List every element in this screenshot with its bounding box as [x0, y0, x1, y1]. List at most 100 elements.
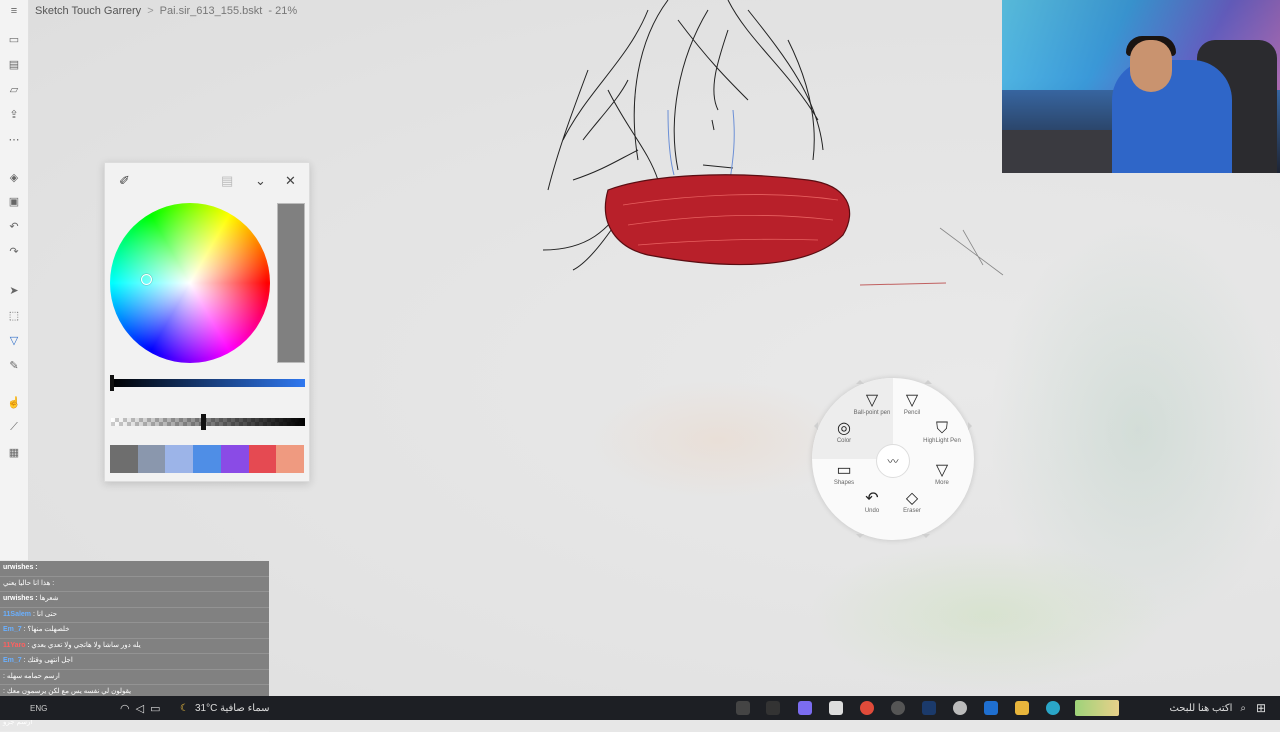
- chat-message: 11Yaro : يله دور ساشا ولا هاتجي ولا تعدي…: [0, 639, 269, 654]
- highlight-pen-icon: ⛉: [935, 420, 948, 437]
- stroke-preview-icon: 〰: [887, 456, 899, 468]
- palette-swatch[interactable]: [137, 445, 166, 473]
- taskbar-app-edge[interactable]: [1046, 699, 1060, 717]
- highlight-pen-label: HighLight Pen: [923, 438, 961, 444]
- chat-text: ارسم جرو: [3, 719, 33, 726]
- taskbar-app-obs[interactable]: [891, 699, 905, 717]
- radial-center-button[interactable]: 〰: [876, 444, 910, 478]
- color-label: Color: [836, 438, 852, 444]
- eyedropper-icon[interactable]: ✐: [119, 173, 130, 189]
- brightness-slider-thumb[interactable]: [110, 375, 114, 391]
- drag-handle-icon[interactable]: ▤: [221, 173, 233, 189]
- taskbar-app-store[interactable]: [829, 699, 843, 717]
- opacity-slider-thumb[interactable]: [201, 414, 206, 430]
- shapes-button[interactable]: ▭ Shapes: [814, 462, 874, 486]
- left-toolbar: ≡ ▭ ▤ ▱ ⇪ ⋯ ◈ ▣ ↶ ↷ ➤ ⬚ ▽ ✎ ☝ ⟋ ▦: [0, 0, 29, 560]
- more-tools-icon: ▽: [935, 462, 949, 479]
- taskbar-app-steam[interactable]: [922, 699, 936, 717]
- chat-text: : اجل انتهى وقتك: [23, 657, 73, 664]
- color-button[interactable]: ◎ Color: [814, 420, 874, 444]
- pencil-tool-icon: ▽: [905, 392, 919, 409]
- title-bar: Sketch Touch Garrery > Pai.sir_613_155.b…: [28, 0, 297, 22]
- chat-text: : يقولون لي نفسه يس مع لكن يرسمون معك: [3, 688, 132, 695]
- chat-message: urwishes : شعرها: [0, 592, 269, 608]
- language-indicator[interactable]: ENG: [30, 699, 47, 717]
- windows-start-icon[interactable]: ⊞: [1256, 699, 1266, 717]
- touch-icon[interactable]: ☝: [4, 393, 24, 411]
- search-illustration: [1074, 699, 1120, 717]
- chat-message: : ارسم حمامه سهله: [0, 670, 269, 685]
- highlight-pen-button[interactable]: ⛉ HighLight Pen: [912, 420, 972, 444]
- color-wheel[interactable]: [110, 203, 270, 363]
- palette-swatch[interactable]: [276, 445, 305, 473]
- shapes-label: Shapes: [833, 480, 855, 486]
- taskbar-search-box[interactable]: اكتب هنا للبحث ⌕: [1124, 699, 1246, 717]
- select-icon[interactable]: ➤: [4, 281, 24, 299]
- undo-label: Undo: [864, 508, 880, 514]
- palette-swatch[interactable]: [110, 445, 138, 473]
- weather-text: 31°C سماء صافية: [194, 702, 270, 714]
- pen-icon[interactable]: ▽: [4, 331, 24, 349]
- volume-icon: ◁: [135, 702, 145, 715]
- color-palette: [110, 445, 305, 473]
- taskbar-app-chrome[interactable]: [860, 699, 874, 717]
- gallery-icon[interactable]: ▭: [4, 30, 24, 48]
- battery-icon: ▭: [150, 702, 161, 715]
- stylus-icon[interactable]: ⟋: [4, 418, 24, 436]
- palette-swatch[interactable]: [165, 445, 194, 473]
- palette-icon: ◎: [837, 420, 851, 437]
- palette-swatch[interactable]: [193, 445, 221, 473]
- palette-swatch[interactable]: [248, 445, 277, 473]
- taskbar-app-1[interactable]: [766, 699, 780, 717]
- opacity-slider[interactable]: [111, 414, 305, 430]
- taskbar-app-outlook[interactable]: [984, 699, 998, 717]
- share-icon[interactable]: ⇪: [4, 105, 24, 123]
- more-label: More: [935, 480, 949, 486]
- taskbar-app-sketch[interactable]: [736, 699, 750, 717]
- radial-tool-menu: ▽ Ball-point pen ▽ Pencil ⛉ HighLight Pe…: [812, 378, 974, 540]
- more-icon[interactable]: ⋯: [4, 130, 24, 148]
- chat-username: Em_7: [3, 626, 24, 633]
- pencil-button[interactable]: ▽ Pencil: [882, 392, 942, 416]
- save-icon[interactable]: ▤: [4, 55, 24, 73]
- file-name: Pai.sir_613_155.bskt: [159, 5, 263, 17]
- color-wheel-knob[interactable]: [141, 274, 152, 285]
- chat-username: 11Salem: [3, 610, 33, 618]
- chat-username: Em_7: [3, 657, 24, 664]
- marquee-icon[interactable]: ⬚: [4, 306, 24, 324]
- open-folder-icon[interactable]: ▱: [4, 80, 24, 98]
- eraser-button[interactable]: ◇ Eraser: [882, 490, 942, 514]
- chat-text: : حتى انا: [32, 610, 58, 618]
- chevron-down-icon[interactable]: ⌄: [255, 173, 266, 189]
- chat-username: urwishes :: [3, 595, 40, 602]
- chat-message: هذا انا حاليا يعني :: [0, 577, 269, 592]
- taskbar-app-settings[interactable]: [953, 699, 967, 717]
- color-picker-panel: ✐ ▤ ⌄ ✕: [104, 162, 310, 482]
- chat-username: 11Yaro: [3, 641, 28, 649]
- eraser-icon: ◇: [905, 490, 919, 507]
- weather-widget[interactable]: ☾ 31°C سماء صافية: [180, 699, 269, 717]
- grid-icon[interactable]: ▦: [4, 443, 24, 461]
- more-button[interactable]: ▽ More: [912, 462, 972, 486]
- layers-icon[interactable]: ◈: [4, 168, 24, 186]
- brightness-slider[interactable]: [110, 375, 305, 391]
- webcam-overlay: [1002, 0, 1280, 173]
- breadcrumb-separator: >: [147, 5, 154, 17]
- undo-icon[interactable]: ↶: [4, 217, 24, 235]
- image-icon[interactable]: ▣: [4, 192, 24, 210]
- shapes-icon: ▭: [836, 462, 852, 479]
- redo-icon[interactable]: ↷: [4, 242, 24, 260]
- tray-icons[interactable]: ◠ ◁ ▭: [120, 699, 160, 717]
- chat-text: : خلصهلت منها؟: [23, 626, 70, 633]
- taskbar-app-explorer[interactable]: [1015, 699, 1029, 717]
- menu-icon[interactable]: ≡: [4, 2, 24, 20]
- pencil-icon[interactable]: ✎: [4, 356, 24, 374]
- close-icon[interactable]: ✕: [285, 173, 296, 189]
- taskbar-app-discord[interactable]: [798, 699, 812, 717]
- palette-swatch[interactable]: [220, 445, 249, 473]
- search-icon: ⌕: [1240, 702, 1246, 714]
- stream-chat-overlay: urwishes : هذا انا حاليا يعني : urwishes …: [0, 561, 269, 732]
- chat-text: شعرها: [39, 595, 59, 602]
- chat-message: Em_7 : اجل انتهى وقتك: [0, 654, 269, 670]
- chat-text: هذا انا حاليا يعني :: [3, 579, 55, 587]
